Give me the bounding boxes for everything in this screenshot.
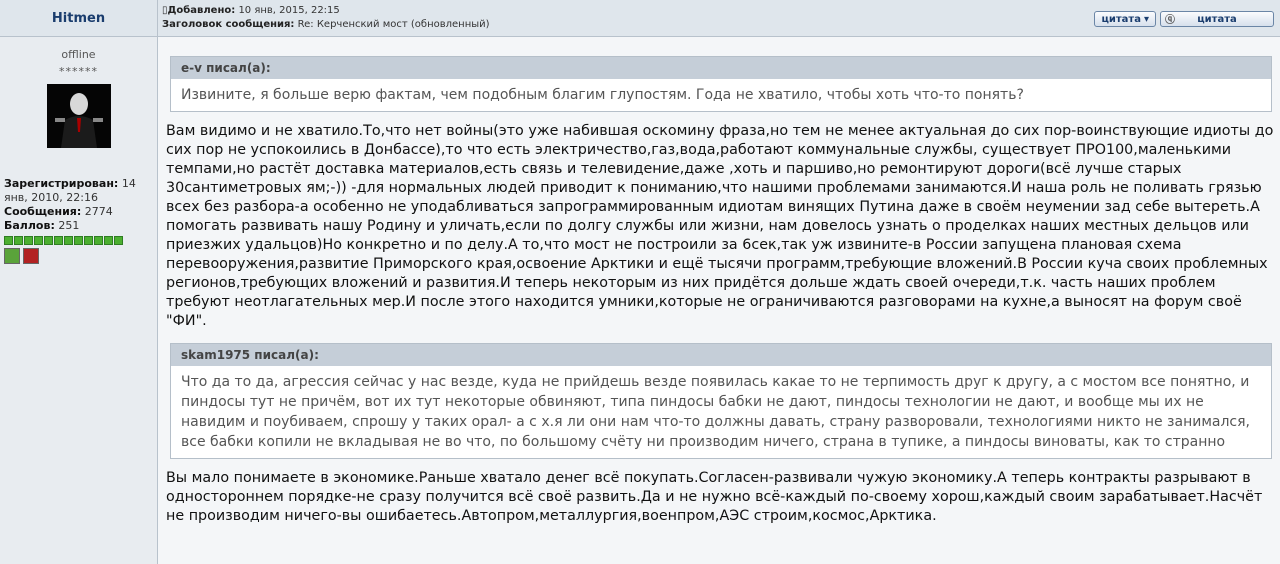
messages-value: 2774 (84, 205, 113, 218)
post-meta: ▯Добавлено: 10 янв, 2015, 22:15 Заголово… (162, 4, 490, 32)
quote-text: Извините, я больше верю фактам, чем подо… (181, 87, 1024, 103)
quote-text: Что да то да, агрессия сейчас у нас везд… (181, 374, 1250, 450)
subject-label: Заголовок сообщения: (162, 19, 295, 30)
points-dot (94, 236, 103, 245)
points-label: Баллов: (4, 219, 55, 232)
author-name-link[interactable]: Hitmen (52, 11, 105, 26)
messages-label: Сообщения: (4, 205, 82, 218)
multi-quote-button[interactable]: ⓠ цитата (1160, 11, 1274, 27)
points-dot (84, 236, 93, 245)
post-text: Вы мало понимаете в экономике.Раньше хва… (166, 470, 1263, 524)
points-dot (34, 236, 43, 245)
quote-title: skam1975 писал(а): (171, 344, 1271, 366)
thumbs-up-icon[interactable] (4, 248, 20, 264)
author-status: offline (61, 48, 96, 61)
quote-title: e-v писал(а): (171, 57, 1271, 79)
points-dot (104, 236, 113, 245)
post-text: Вам видимо и не хватило.То,что нет войны… (166, 123, 1274, 329)
points-dot (44, 236, 53, 245)
points-value: 251 (58, 219, 80, 232)
avatar[interactable] (46, 84, 111, 148)
points-dot (54, 236, 63, 245)
points-dot (14, 236, 23, 245)
points-dot (64, 236, 73, 245)
quote-button[interactable]: цитата ▾ (1094, 11, 1156, 27)
chevron-down-icon: ▾ (1143, 13, 1149, 25)
points-dot (24, 236, 33, 245)
author-sidebar: Hitmen offline ****** Зарегистрирован: 1… (0, 0, 158, 564)
points-dot (4, 236, 13, 245)
multi-quote-button-label: цитата (1197, 13, 1237, 25)
rating-icons (4, 248, 157, 264)
author-header: Hitmen (0, 0, 157, 37)
points-dot (114, 236, 123, 245)
subject-value: Re: Керченский мост (обновленный) (297, 19, 490, 30)
quote-buttons: цитата ▾ ⓠ цитата (1094, 11, 1274, 27)
author-rank-stars: ****** (59, 65, 98, 78)
quote-block: e-v писал(а): Извините, я больше верю фа… (170, 56, 1272, 112)
quote-button-label: цитата (1101, 13, 1141, 25)
added-label: Добавлено: (167, 5, 236, 16)
points-bar (4, 236, 157, 245)
post-body: e-v писал(а): Извините, я больше верю фа… (166, 52, 1276, 538)
added-value: 10 янв, 2015, 22:15 (238, 5, 340, 16)
thumbs-down-icon[interactable] (23, 248, 39, 264)
post-header: ▯Добавлено: 10 янв, 2015, 22:15 Заголово… (158, 0, 1280, 37)
points-dot (74, 236, 83, 245)
registered-label: Зарегистрирован: (4, 177, 119, 190)
author-info: Зарегистрирован: 14 янв, 2010, 22:16 Соо… (4, 177, 157, 233)
quote-add-icon: ⓠ (1165, 15, 1175, 26)
quote-block: skam1975 писал(а): Что да то да, агресси… (170, 343, 1272, 459)
